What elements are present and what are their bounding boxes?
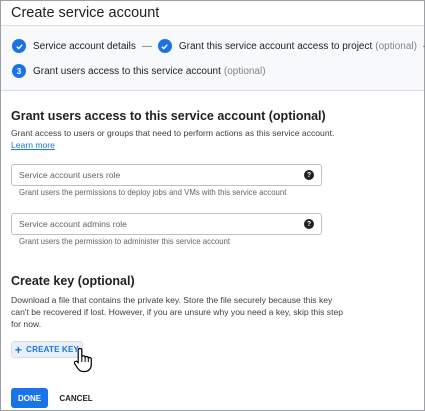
key-description-line-2: can't be recovered if lost. However, if … [11,307,344,317]
step-connector: — [141,40,152,52]
users-role-input[interactable] [12,165,292,185]
grant-section-heading: Grant users access to this service accou… [11,109,326,123]
admins-role-field[interactable]: ? [11,213,322,235]
key-section-heading: Create key (optional) [11,274,135,288]
create-key-label: CREATE KEY [26,345,80,354]
step-3-label[interactable]: Grant users access to this service accou… [33,66,221,77]
step-row-2: 3 Grant users access to this service acc… [12,64,266,78]
key-description-line-3: for now. [11,319,42,329]
key-description-line-1: Download a file that contains the privat… [11,295,333,305]
step-1-label[interactable]: Service account details [33,41,136,52]
check-circle-icon [12,39,26,53]
step-3-number: 3 [12,64,26,78]
step-2-optional: (optional) [375,40,417,52]
step-3-optional: (optional) [223,65,266,77]
admins-role-hint: Grant users the permission to administer… [19,237,231,246]
cancel-button[interactable]: CANCEL [56,388,96,408]
plus-icon: + [14,342,23,357]
learn-more-link[interactable]: Learn more [11,140,55,150]
step-row-1: Service account details — Grant this ser… [12,39,425,53]
check-circle-icon [157,39,172,53]
stepper-divider [1,90,424,91]
hand-pointer-icon [73,347,93,378]
help-circle-icon[interactable]: ? [304,170,314,180]
users-role-field[interactable]: ? [11,164,322,186]
grant-section-description: Grant access to users or groups that nee… [11,128,335,138]
dialog-title: Create service account [11,5,160,21]
admins-role-input[interactable] [12,214,292,234]
dialog: Create service account Service account d… [0,0,425,411]
step-2-label[interactable]: Grant this service account access to pro… [179,41,372,52]
users-role-hint: Grant users the permissions to deploy jo… [19,188,287,197]
stepper: Service account details — Grant this ser… [1,26,425,90]
help-circle-icon[interactable]: ? [304,219,314,229]
done-button[interactable]: DONE [11,388,48,408]
